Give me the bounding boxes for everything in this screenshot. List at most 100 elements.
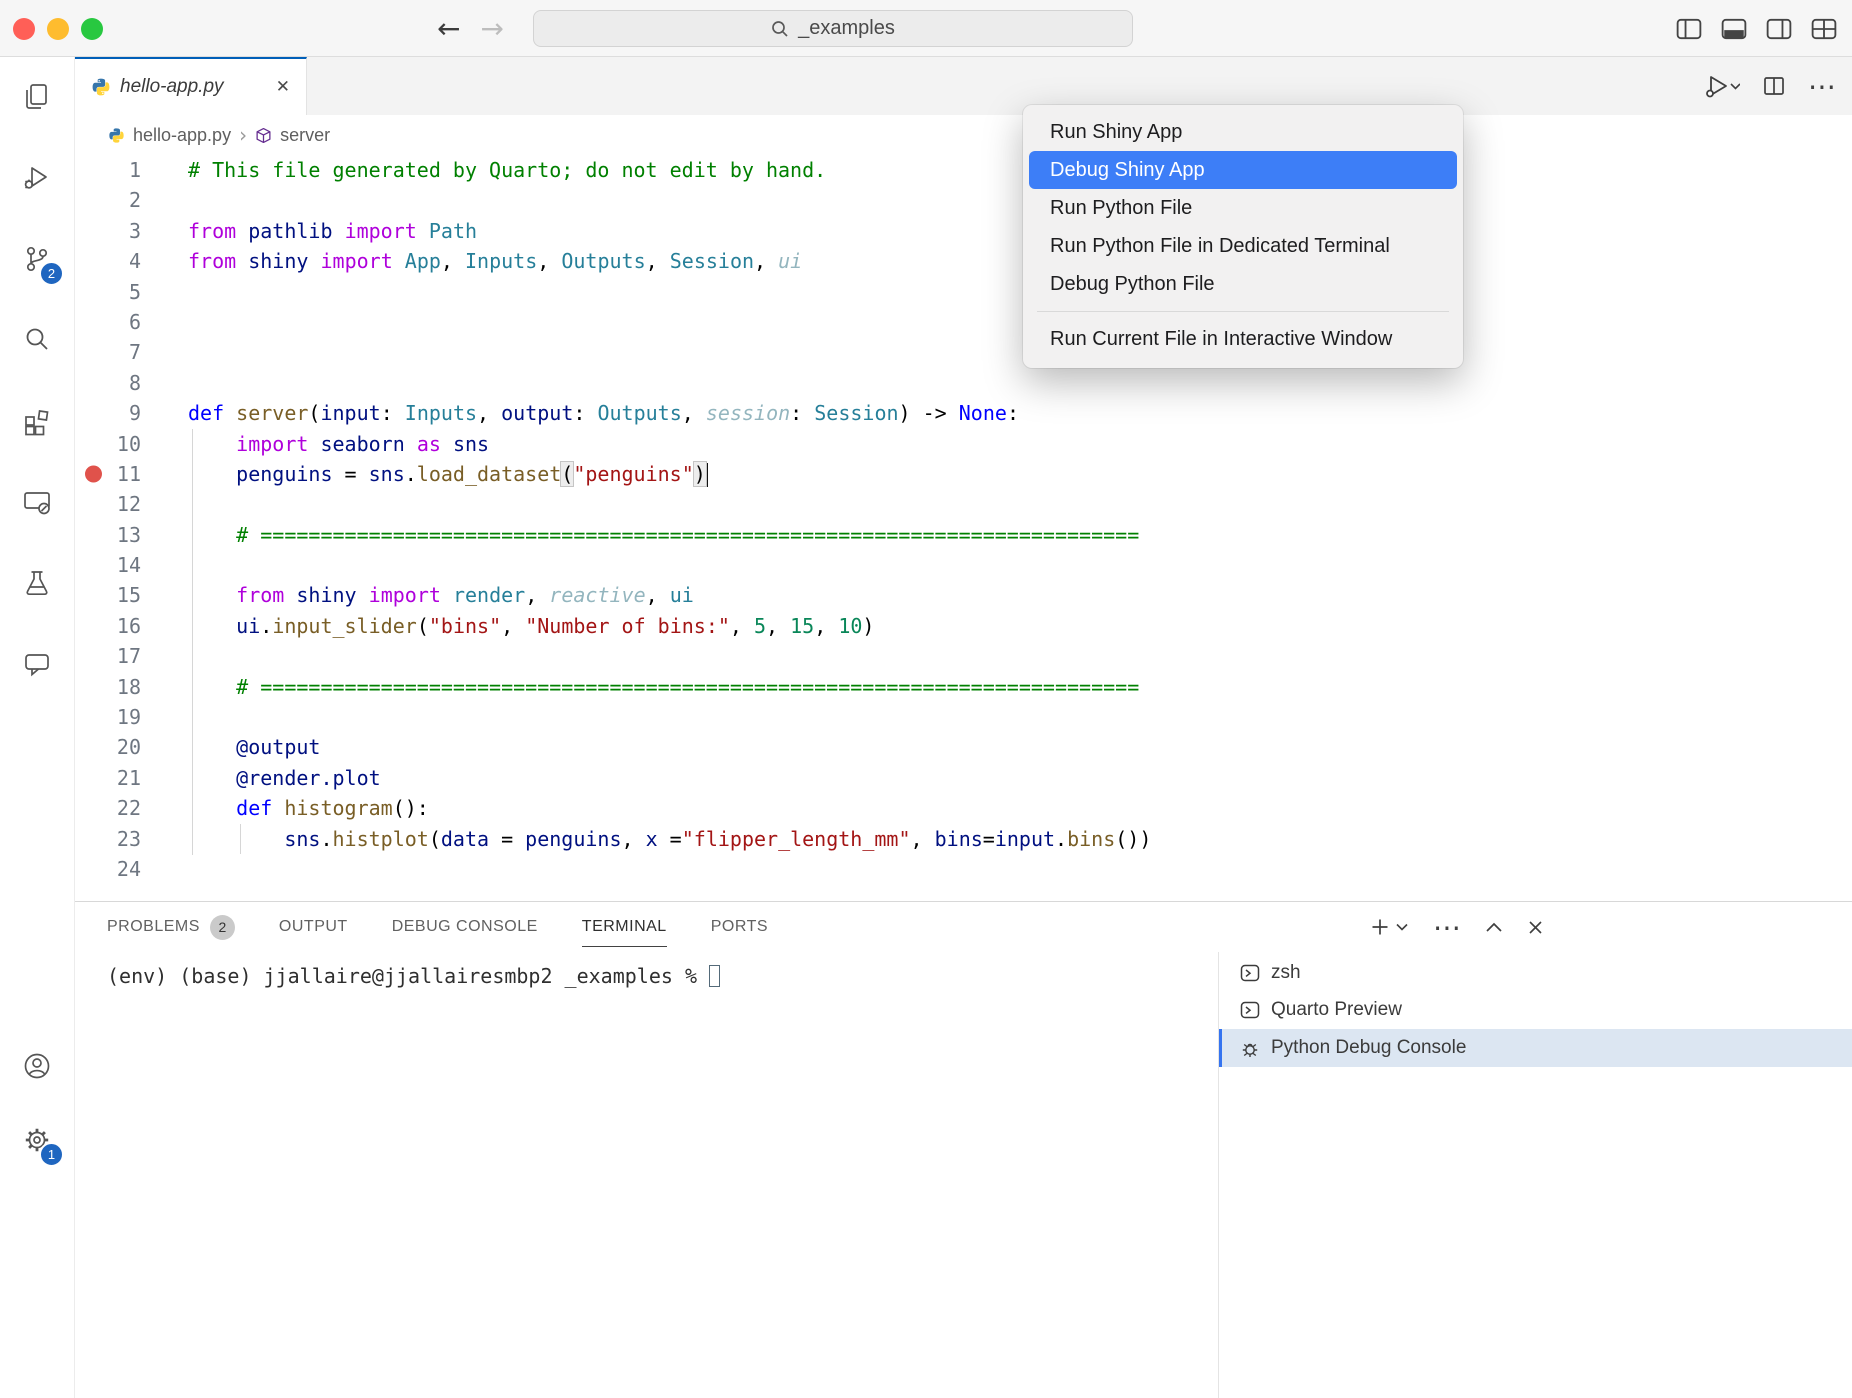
settings-gear-icon[interactable]: 1 [13, 1116, 61, 1164]
code-line[interactable]: 13 # ===================================… [75, 520, 1852, 550]
panel-tab-ports[interactable]: PORTS [711, 902, 768, 952]
gutter[interactable]: 10 [75, 429, 143, 459]
gutter[interactable]: 2 [75, 185, 143, 215]
gutter[interactable]: 21 [75, 763, 143, 793]
gutter[interactable]: 18 [75, 672, 143, 702]
maximize-panel-icon[interactable] [1485, 920, 1503, 934]
code-line[interactable]: 20 @output [75, 732, 1852, 762]
gutter[interactable]: 16 [75, 611, 143, 641]
code-line[interactable]: 16 ui.input_slider("bins", "Number of bi… [75, 611, 1852, 641]
extensions-icon[interactable] [13, 397, 61, 445]
code-line[interactable]: 19 [75, 702, 1852, 732]
menu-item[interactable]: Debug Shiny App [1029, 151, 1457, 189]
breakpoint-icon[interactable] [85, 466, 102, 483]
terminal-list-label: zsh [1271, 962, 1301, 984]
gutter[interactable]: 17 [75, 641, 143, 671]
tab-hello-app-py[interactable]: hello-app.py ✕ [75, 57, 307, 115]
code-editor[interactable]: 1# This file generated by Quarto; do not… [75, 155, 1852, 901]
code-line[interactable]: 15 from shiny import render, reactive, u… [75, 580, 1852, 610]
code-line[interactable]: 21 @render.plot [75, 763, 1852, 793]
gutter[interactable]: 12 [75, 489, 143, 519]
gutter[interactable]: 5 [75, 277, 143, 307]
menu-item[interactable]: Run Shiny App [1029, 113, 1457, 151]
command-center-search[interactable]: _examples [533, 10, 1133, 47]
code-line[interactable]: 22 def histogram(): [75, 793, 1852, 823]
gutter[interactable]: 11 [75, 459, 143, 489]
code-line[interactable]: 7 [75, 337, 1852, 367]
gutter[interactable]: 15 [75, 580, 143, 610]
panel-tab-problems[interactable]: PROBLEMS2 [107, 902, 235, 952]
code-line[interactable]: 1# This file generated by Quarto; do not… [75, 155, 1852, 185]
explorer-icon[interactable] [13, 73, 61, 121]
run-or-debug-button[interactable] [1704, 73, 1740, 99]
gutter[interactable]: 23 [75, 824, 143, 854]
terminal-list-item[interactable]: Quarto Preview [1219, 992, 1852, 1030]
close-panel-icon[interactable] [1527, 919, 1544, 936]
toggle-panel-icon[interactable] [1721, 17, 1747, 41]
gutter[interactable]: 22 [75, 793, 143, 823]
line-number: 7 [75, 337, 143, 367]
panel-tab-output[interactable]: OUTPUT [279, 902, 348, 952]
gutter[interactable]: 19 [75, 702, 143, 732]
terminal-list-item[interactable]: Python Debug Console [1219, 1029, 1852, 1067]
menu-item[interactable]: Run Python File in Dedicated Terminal [1029, 227, 1457, 265]
code-line[interactable]: 9def server(input: Inputs, output: Outpu… [75, 398, 1852, 428]
panel-tab-debug-console[interactable]: DEBUG CONSOLE [392, 902, 538, 952]
panel-more-actions-button[interactable]: ⋯ [1433, 911, 1461, 944]
code-line[interactable]: 8 [75, 368, 1852, 398]
gutter[interactable]: 20 [75, 732, 143, 762]
gutter[interactable]: 3 [75, 216, 143, 246]
minimize-window-button[interactable] [47, 18, 69, 40]
menu-item[interactable]: Debug Python File [1029, 265, 1457, 303]
menu-item[interactable]: Run Current File in Interactive Window [1029, 320, 1457, 358]
gutter[interactable]: 1 [75, 155, 143, 185]
menu-item[interactable]: Run Python File [1029, 189, 1457, 227]
code-line[interactable]: 3from pathlib import Path [75, 216, 1852, 246]
code-line[interactable]: 4from shiny import App, Inputs, Outputs,… [75, 246, 1852, 276]
terminal-list-item[interactable]: zsh [1219, 954, 1852, 992]
code-line[interactable]: 10 import seaborn as sns [75, 429, 1852, 459]
panel-tab-terminal[interactable]: TERMINAL [582, 902, 667, 952]
code-line[interactable]: 17 [75, 641, 1852, 671]
split-editor-button[interactable] [1762, 74, 1786, 98]
gutter[interactable]: 13 [75, 520, 143, 550]
back-button[interactable]: ← [437, 12, 460, 45]
gutter[interactable]: 9 [75, 398, 143, 428]
code-line[interactable]: 14 [75, 550, 1852, 580]
terminal[interactable]: (env) (base) jjallaire@jjallairesmbp2 _e… [107, 964, 720, 988]
code-line[interactable]: 24 [75, 854, 1852, 884]
gutter[interactable]: 14 [75, 550, 143, 580]
run-debug-icon[interactable] [13, 154, 61, 202]
code-text: @output [188, 732, 320, 762]
code-line[interactable]: 11 penguins = sns.load_dataset("penguins… [75, 459, 1852, 489]
toggle-secondary-sidebar-icon[interactable] [1766, 17, 1792, 41]
gutter[interactable]: 4 [75, 246, 143, 276]
toggle-primary-sidebar-icon[interactable] [1676, 17, 1702, 41]
customize-layout-icon[interactable] [1811, 17, 1837, 41]
code-line[interactable]: 18 # ===================================… [75, 672, 1852, 702]
forward-button[interactable]: → [480, 12, 503, 45]
tab-close-icon[interactable]: ✕ [276, 77, 290, 97]
code-line[interactable]: 6 [75, 307, 1852, 337]
gutter[interactable]: 7 [75, 337, 143, 367]
source-control-icon[interactable]: 2 [13, 235, 61, 283]
new-terminal-button[interactable] [1370, 917, 1409, 937]
breadcrumb-file[interactable]: hello-app.py [133, 125, 231, 146]
account-icon[interactable] [13, 1042, 61, 1090]
gutter[interactable]: 8 [75, 368, 143, 398]
zoom-window-button[interactable] [81, 18, 103, 40]
remote-explorer-icon[interactable] [13, 478, 61, 526]
comments-icon[interactable] [13, 640, 61, 688]
testing-icon[interactable] [13, 559, 61, 607]
code-line[interactable]: 23 sns.histplot(data = penguins, x ="fli… [75, 824, 1852, 854]
close-window-button[interactable] [13, 18, 35, 40]
gutter[interactable]: 6 [75, 307, 143, 337]
code-line[interactable]: 5 [75, 277, 1852, 307]
search-sidebar-icon[interactable] [13, 316, 61, 364]
breadcrumb-symbol[interactable]: server [280, 125, 330, 146]
code-line[interactable]: 2 [75, 185, 1852, 215]
gutter[interactable]: 24 [75, 854, 143, 884]
more-actions-button[interactable]: ⋯ [1808, 70, 1836, 103]
terminal-icon [1240, 1000, 1260, 1020]
code-line[interactable]: 12 [75, 489, 1852, 519]
